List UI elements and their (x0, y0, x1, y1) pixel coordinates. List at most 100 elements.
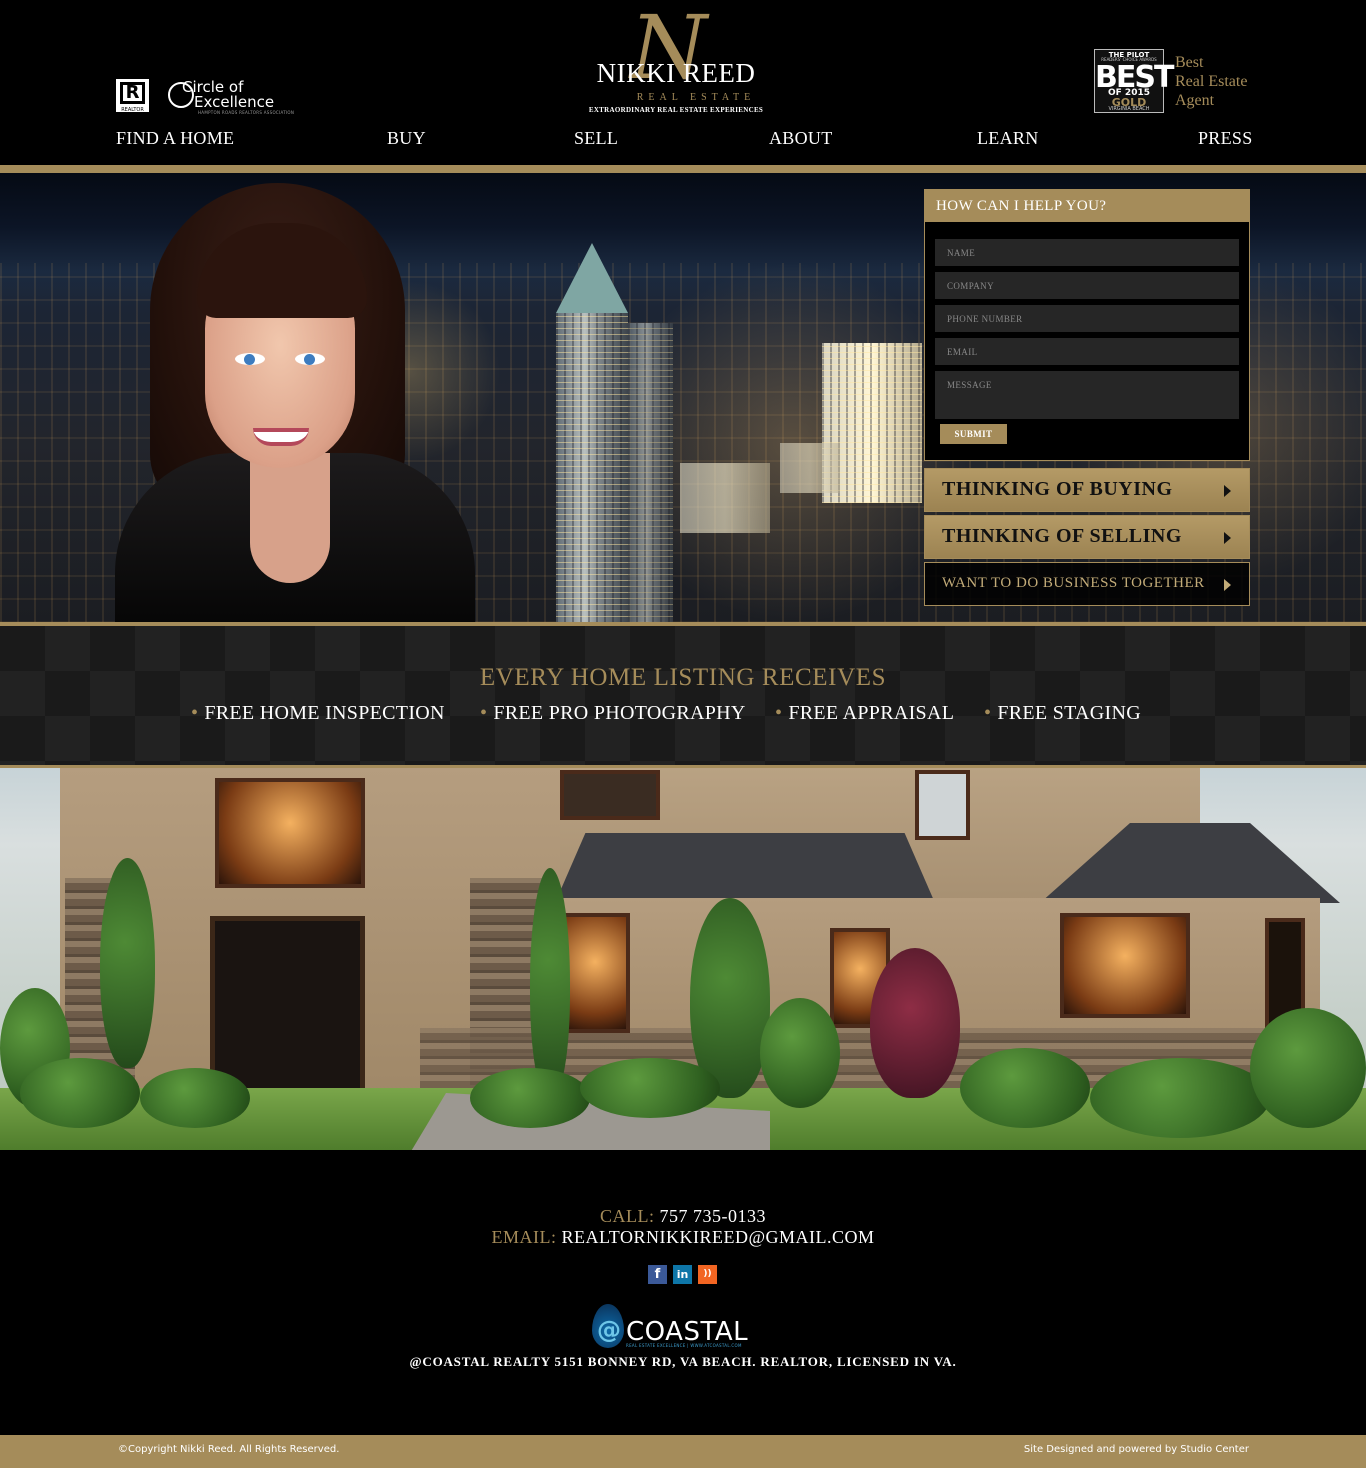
benefit-label: FREE PRO PHOTOGRAPHY (493, 702, 746, 724)
upper-window (560, 770, 660, 820)
shrub (1250, 1008, 1366, 1128)
rss-icon[interactable]: )) (698, 1265, 717, 1284)
low-building (680, 463, 770, 533)
site-footer: CALL: 757 735-0133 EMAIL: REALTORNIKKIRE… (0, 1150, 1366, 1435)
caret-right-icon (1224, 485, 1231, 497)
linkedin-icon[interactable]: in (673, 1265, 692, 1284)
brand-logo[interactable]: N NIKKI REED REAL ESTATE EXTRAORDINARY R… (578, 4, 774, 118)
portrait-eye (235, 353, 265, 365)
bullet-icon: • (191, 702, 199, 724)
designer-credit-link[interactable]: Site Designed and powered by Studio Cent… (1024, 1444, 1249, 1455)
shrub (1090, 1058, 1270, 1138)
bullet-icon: • (984, 702, 992, 724)
email-field[interactable] (935, 338, 1239, 365)
header-divider (0, 165, 1366, 173)
phone-link[interactable]: 757 735-0133 (660, 1206, 767, 1226)
maple-tree (870, 948, 960, 1098)
site-header: R REALTOR Circle of Excellence HAMPTON R… (0, 0, 1366, 165)
shrub (760, 998, 840, 1108)
shrub (580, 1058, 720, 1118)
cypress-tree (530, 868, 570, 1098)
listing-benefits-title: EVERY HOME LISTING RECEIVES (479, 664, 887, 691)
phone-field[interactable] (935, 305, 1239, 332)
brand-subtitle: REAL ESTATE (636, 92, 756, 103)
nav-find-a-home[interactable]: FIND A HOME (116, 128, 234, 149)
agent-portrait (115, 183, 475, 622)
call-label: CALL: (600, 1206, 655, 1226)
shrub (20, 1058, 140, 1128)
nav-sell[interactable]: SELL (574, 128, 618, 149)
nav-learn[interactable]: LEARN (977, 128, 1039, 149)
email-line: EMAIL: REALTORNIKKIREED@GMAIL.COM (0, 1227, 1366, 1248)
bullet-icon: • (480, 702, 488, 724)
brand-tagline: EXTRAORDINARY REAL ESTATE EXPERIENCES (588, 106, 764, 114)
portrait-eye (295, 353, 325, 365)
contact-form: HOW CAN I HELP YOU? SUBMIT (924, 189, 1250, 461)
message-field[interactable] (935, 371, 1239, 419)
main-nav: FIND A HOME BUY SELL ABOUT LEARN PRESS (0, 128, 1366, 156)
call-line: CALL: 757 735-0133 (0, 1206, 1366, 1227)
benefit-item: • FREE STAGING (984, 702, 1141, 725)
copyright-text: ©Copyright Nikki Reed. All Rights Reserv… (118, 1444, 340, 1455)
coastal-realty-logo[interactable]: @ COASTAL REAL ESTATE EXCELLENCE | WWW.A… (592, 1302, 764, 1350)
low-building (780, 443, 840, 493)
award-caption-line: Agent (1175, 92, 1215, 109)
shrub (470, 1068, 590, 1128)
circle-logo-subtext: HAMPTON ROADS REALTORS ASSOCIATION (198, 110, 295, 115)
house-photo (0, 768, 1366, 1150)
caret-right-icon (1224, 532, 1231, 544)
benefit-item: • FREE HOME INSPECTION (191, 702, 445, 725)
thinking-of-selling-button[interactable]: THINKING OF SELLING (924, 515, 1250, 559)
best-of-2015-badge: THE PILOT READERS' CHOICE AWARDS BEST OF… (1094, 49, 1174, 113)
realtor-logo-text: REALTOR (121, 107, 144, 113)
cta-label: THINKING OF BUYING (942, 478, 1173, 500)
lit-window (1060, 913, 1190, 1018)
thinking-of-buying-button[interactable]: THINKING OF BUYING (924, 468, 1250, 512)
contact-form-title: HOW CAN I HELP YOU? (925, 190, 1249, 222)
nav-buy[interactable]: BUY (387, 128, 426, 149)
caret-right-icon (1224, 579, 1231, 591)
topiary-tree (100, 858, 155, 1068)
realtor-r-icon: R (120, 82, 145, 104)
coastal-subtext: REAL ESTATE EXCELLENCE | WWW.ATCOASTAL.C… (626, 1343, 742, 1348)
nav-press[interactable]: PRESS (1198, 128, 1253, 149)
coastal-at-symbol: @ (597, 1316, 621, 1344)
name-field[interactable] (935, 239, 1239, 266)
cta-label: THINKING OF SELLING (942, 525, 1182, 547)
nav-about[interactable]: ABOUT (769, 128, 833, 149)
benefit-label: FREE HOME INSPECTION (204, 702, 445, 724)
city-tower (556, 313, 628, 622)
benefit-item: • FREE APPRAISAL (775, 702, 954, 725)
lit-window (560, 913, 630, 1033)
award-region: VIRGINIA BEACH (1108, 106, 1150, 112)
tower-spire (556, 243, 628, 313)
city-tower-side (628, 323, 673, 622)
award-caption-line: Real Estate (1175, 73, 1248, 90)
circle-of-excellence-logo: Circle of Excellence HAMPTON ROADS REALT… (168, 78, 294, 115)
bullet-icon: • (775, 702, 783, 724)
lit-window (215, 778, 365, 888)
portrait-neck (250, 453, 330, 583)
award-caption-line: Best (1175, 54, 1204, 71)
shrub (960, 1048, 1090, 1128)
shrub (140, 1068, 250, 1128)
cta-label: WANT TO DO BUSINESS TOGETHER (942, 575, 1205, 591)
listing-benefits-band: EVERY HOME LISTING RECEIVES • FREE HOME I… (0, 626, 1366, 765)
benefit-label: FREE STAGING (997, 702, 1141, 724)
business-together-button[interactable]: WANT TO DO BUSINESS TOGETHER (924, 562, 1250, 606)
brokerage-address: @COASTAL REALTY 5151 BONNEY RD, VA BEACH… (409, 1354, 957, 1369)
front-door (210, 916, 365, 1096)
brand-name: NIKKI REED (596, 58, 756, 88)
submit-button[interactable]: SUBMIT (940, 424, 1007, 444)
circle-logo-line2: Excellence (194, 93, 275, 111)
company-field[interactable] (935, 272, 1239, 299)
house-roof (555, 833, 935, 903)
award-caption: Best Real Estate Agent (1175, 53, 1247, 110)
copyright-bar: ©Copyright Nikki Reed. All Rights Reserv… (0, 1435, 1366, 1468)
upper-window (915, 770, 970, 840)
email-link[interactable]: REALTORNIKKIREED@GMAIL.COM (561, 1227, 874, 1247)
benefit-label: FREE APPRAISAL (788, 702, 955, 724)
realtor-logo: R REALTOR (116, 79, 149, 113)
email-label: EMAIL: (491, 1227, 557, 1247)
facebook-icon[interactable]: f (648, 1265, 667, 1284)
